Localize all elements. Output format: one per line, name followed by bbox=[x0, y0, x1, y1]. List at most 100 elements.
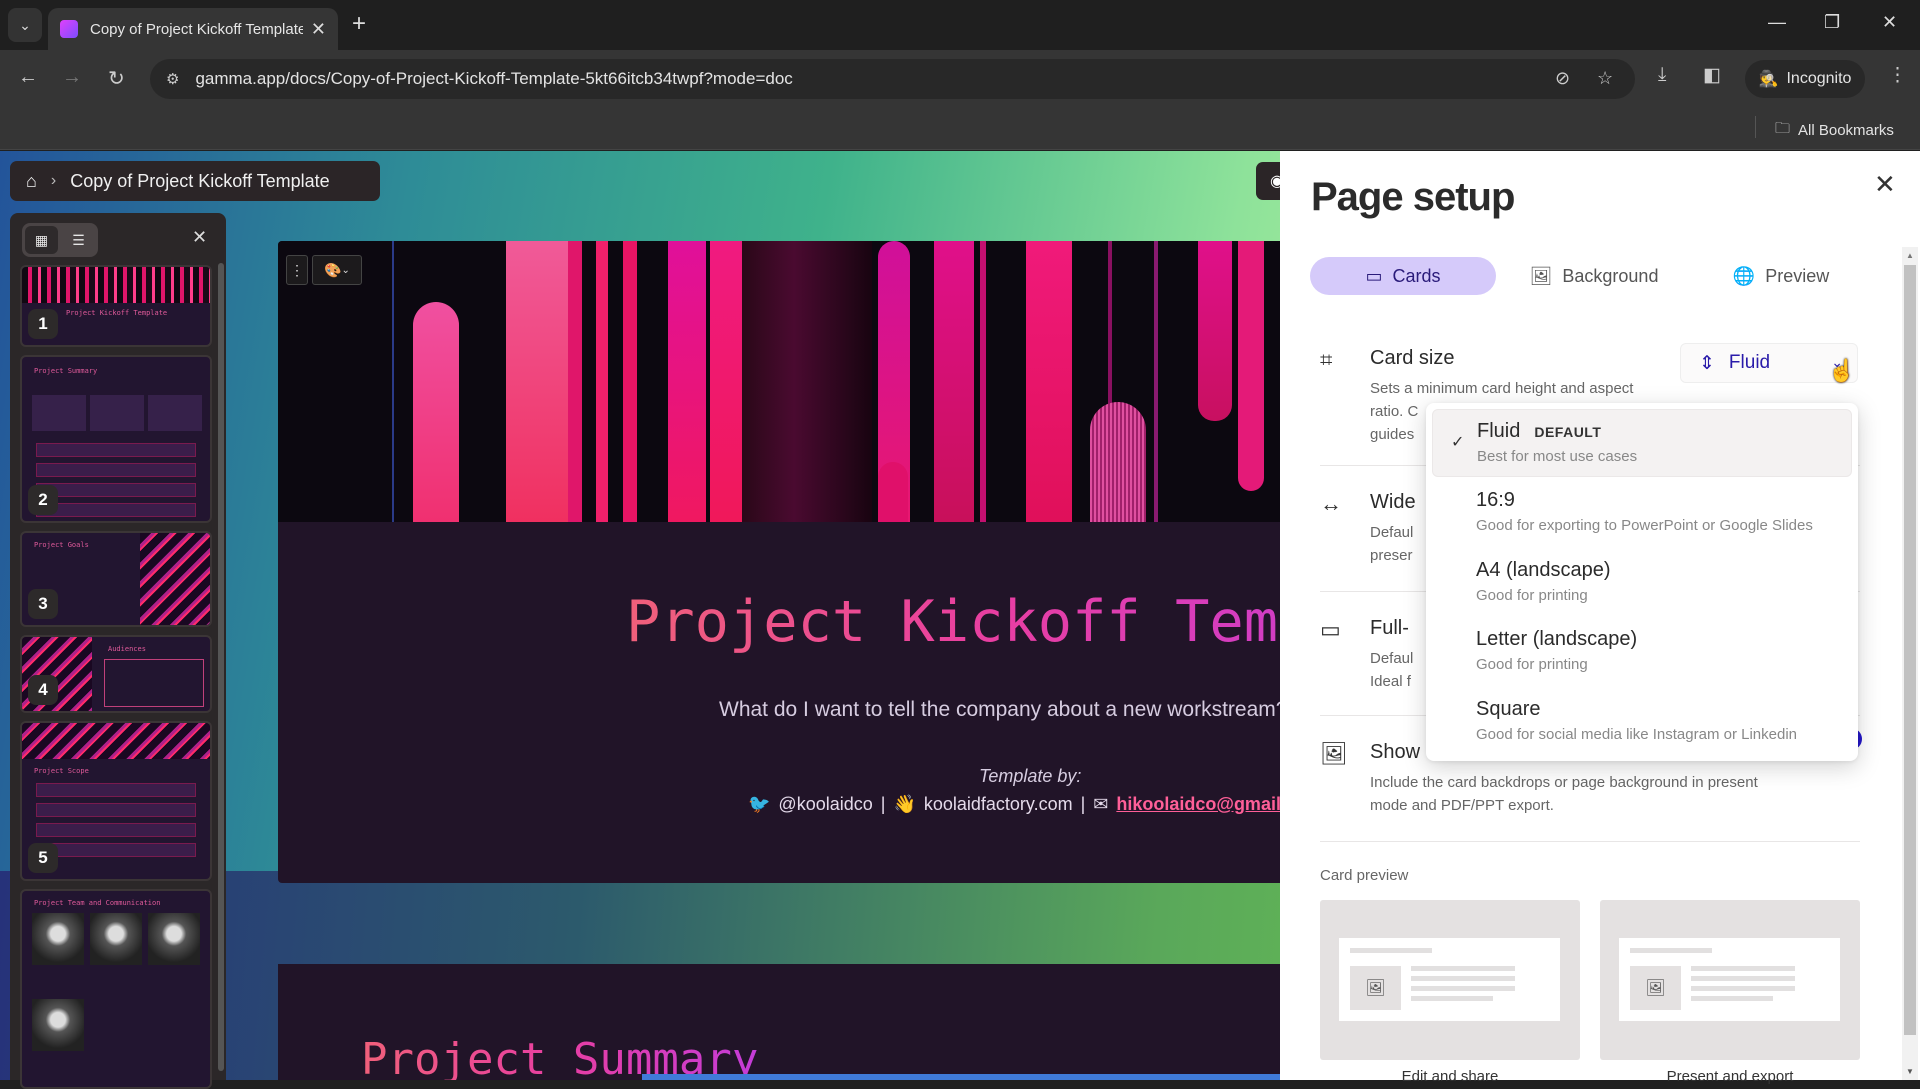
bookmarks-bar: 🗀 All Bookmarks bbox=[0, 108, 1920, 150]
browser-tab[interactable]: Copy of Project Kickoff Template ✕ bbox=[48, 8, 338, 50]
thumbnail-stat bbox=[90, 395, 144, 431]
team-photo bbox=[148, 913, 200, 965]
option-letter[interactable]: Letter (landscape) Good for printing bbox=[1432, 618, 1852, 686]
option-label: A4 (landscape) bbox=[1476, 559, 1611, 581]
thumbnail-row bbox=[36, 483, 196, 497]
window-close-icon[interactable]: ✕ bbox=[1882, 12, 1897, 33]
thumbnail-title: Project Summary bbox=[34, 367, 98, 375]
option-hint: Good for printing bbox=[1476, 587, 1588, 604]
thumbnail-number: 2 bbox=[28, 485, 58, 515]
option-fluid[interactable]: ✓ Fluid DEFAULT Best for most use cases bbox=[1432, 409, 1852, 477]
browser-menu-icon[interactable]: ⋮ bbox=[1888, 64, 1907, 87]
url-text[interactable]: gamma.app/docs/Copy-of-Project-Kickoff-T… bbox=[195, 69, 792, 89]
slide-1[interactable]: ⋮ 🎨⌄ Project Kickoff Template What do I … bbox=[278, 241, 1280, 883]
thumbnail-number: 5 bbox=[28, 843, 58, 873]
contact-line: 🐦 @koolaidco | 👋 koolaidfactory.com | ✉ … bbox=[748, 794, 1280, 815]
option-hint: Good for printing bbox=[1476, 656, 1588, 673]
card-menu-icon[interactable]: ⋮ bbox=[286, 255, 308, 285]
thumbnail-hero-image bbox=[22, 723, 210, 759]
card-size-dropdown: ✓ Fluid DEFAULT Best for most use cases 1… bbox=[1426, 403, 1858, 761]
section-label: Full- bbox=[1370, 617, 1409, 639]
tab-search-button[interactable]: ⌄ bbox=[8, 8, 42, 42]
thumbnail-6[interactable]: Project Team and Communication bbox=[20, 889, 212, 1089]
thumbnail-3[interactable]: Project Goals 3 bbox=[20, 531, 212, 627]
template-by-label[interactable]: Template by: bbox=[979, 766, 1081, 787]
list-view-icon[interactable]: ☰ bbox=[62, 226, 95, 254]
image-icon: 🖼 bbox=[1320, 741, 1348, 766]
card-style-button[interactable]: 🎨 ⌄ bbox=[312, 255, 362, 285]
thumbnail-5[interactable]: Project Scope 5 bbox=[20, 721, 212, 881]
scroll-up-icon[interactable]: ▲ bbox=[1906, 251, 1914, 260]
slide-sidebar: ▦ ☰ ✕ Project Kickoff Template 1 Project… bbox=[10, 213, 226, 1089]
twitter-handle[interactable]: @koolaidco bbox=[778, 794, 872, 815]
panel-close-icon[interactable]: ✕ bbox=[1874, 169, 1896, 200]
slide-2[interactable]: Project Summary bbox=[278, 964, 1280, 1080]
gamma-favicon-icon bbox=[60, 20, 78, 38]
forward-icon[interactable]: → bbox=[62, 66, 82, 89]
tab-background[interactable]: 🖼 Background bbox=[1496, 257, 1692, 295]
thumbnail-row bbox=[36, 463, 196, 477]
panel-scrollbar[interactable]: ▲ ▼ bbox=[1902, 247, 1918, 1080]
slide-hero-image bbox=[278, 241, 1280, 522]
page-setup-panel: Page setup ✕ ▭ Cards 🖼 Background 🌐 Prev… bbox=[1280, 151, 1920, 1085]
reload-icon[interactable]: ↻ bbox=[108, 66, 125, 91]
image-icon: 🖼 bbox=[1350, 966, 1401, 1010]
page-setup-tabs: ▭ Cards 🖼 Background 🌐 Preview bbox=[1310, 257, 1870, 295]
selection-highlight bbox=[642, 1074, 1280, 1080]
thumbnail-number: 4 bbox=[28, 675, 58, 705]
download-icon[interactable]: ⤓ bbox=[1658, 64, 1666, 86]
tab-preview[interactable]: 🌐 Preview bbox=[1692, 257, 1870, 295]
bookmarks-divider bbox=[1755, 116, 1756, 138]
divider bbox=[1320, 841, 1860, 842]
thumbnail-row bbox=[36, 503, 196, 517]
option-label: 16:9 bbox=[1476, 489, 1515, 511]
incognito-badge[interactable]: 🕵 Incognito bbox=[1745, 60, 1865, 98]
scroll-down-icon[interactable]: ▼ bbox=[1906, 1067, 1914, 1076]
slide-title[interactable]: Project Kickoff Template bbox=[626, 589, 1280, 655]
website-text[interactable]: koolaidfactory.com bbox=[924, 794, 1073, 815]
address-bar[interactable]: ⚙ gamma.app/docs/Copy-of-Project-Kickoff… bbox=[150, 59, 1635, 99]
preview-card-edit: 🖼 bbox=[1320, 900, 1580, 1060]
view-toggle: ▦ ☰ bbox=[22, 223, 98, 257]
thumbnail-row bbox=[36, 443, 196, 457]
tab-label: Cards bbox=[1392, 265, 1441, 286]
home-icon[interactable]: ⌂ bbox=[26, 171, 37, 192]
incognito-label: Incognito bbox=[1786, 70, 1852, 87]
all-bookmarks-button[interactable]: 🗀 All Bookmarks bbox=[1775, 118, 1894, 143]
tab-title: Copy of Project Kickoff Template bbox=[90, 20, 303, 38]
eye-off-icon[interactable]: ⊘ bbox=[1555, 68, 1570, 89]
back-icon[interactable]: ← bbox=[18, 66, 38, 89]
option-16-9[interactable]: 16:9 Good for exporting to PowerPoint or… bbox=[1432, 479, 1852, 547]
sidebar-scrollbar[interactable] bbox=[218, 263, 224, 1071]
doc-title[interactable]: Copy of Project Kickoff Template bbox=[70, 171, 329, 192]
email-link[interactable]: hikoolaidco@gmail.com bbox=[1116, 794, 1280, 815]
fluid-icon: ⇕ bbox=[1699, 352, 1715, 374]
browser-titlebar: ⌄ Copy of Project Kickoff Template ✕ + —… bbox=[0, 0, 1920, 50]
option-a4[interactable]: A4 (landscape) Good for printing bbox=[1432, 549, 1852, 617]
thumbnail-2[interactable]: Project Summary 2 bbox=[20, 355, 212, 523]
thumbnail-side-image bbox=[140, 533, 210, 625]
site-info-icon[interactable]: ⚙ bbox=[166, 70, 179, 88]
thumbnail-4[interactable]: Audiences 4 bbox=[20, 635, 212, 713]
slide-subtitle[interactable]: What do I want to tell the company about… bbox=[719, 698, 1280, 722]
option-label: Square bbox=[1476, 698, 1541, 720]
team-photo bbox=[32, 999, 84, 1051]
scrollbar-thumb[interactable] bbox=[1904, 265, 1916, 1035]
thumbnail-row bbox=[36, 803, 196, 817]
option-label: Letter (landscape) bbox=[1476, 628, 1638, 650]
thumbnail-1[interactable]: Project Kickoff Template 1 bbox=[20, 265, 212, 347]
maximize-icon[interactable]: ❐ bbox=[1824, 12, 1840, 33]
tab-cards[interactable]: ▭ Cards bbox=[1310, 257, 1496, 295]
option-square[interactable]: Square Good for social media like Instag… bbox=[1432, 688, 1852, 756]
sidepanel-icon[interactable]: ◧ bbox=[1703, 64, 1721, 87]
tab-close-icon[interactable]: ✕ bbox=[311, 19, 326, 40]
new-tab-button[interactable]: + bbox=[352, 10, 366, 38]
star-icon[interactable]: ☆ bbox=[1597, 68, 1613, 89]
grid-view-icon[interactable]: ▦ bbox=[25, 226, 58, 254]
team-photo bbox=[32, 913, 84, 965]
minimize-icon[interactable]: — bbox=[1768, 12, 1786, 33]
default-badge: DEFAULT bbox=[1534, 424, 1602, 440]
chevron-down-icon: ⌄ bbox=[341, 264, 350, 276]
browser-toolbar: ← → ↻ ⚙ gamma.app/docs/Copy-of-Project-K… bbox=[0, 50, 1920, 108]
sidebar-close-icon[interactable]: ✕ bbox=[192, 227, 207, 248]
